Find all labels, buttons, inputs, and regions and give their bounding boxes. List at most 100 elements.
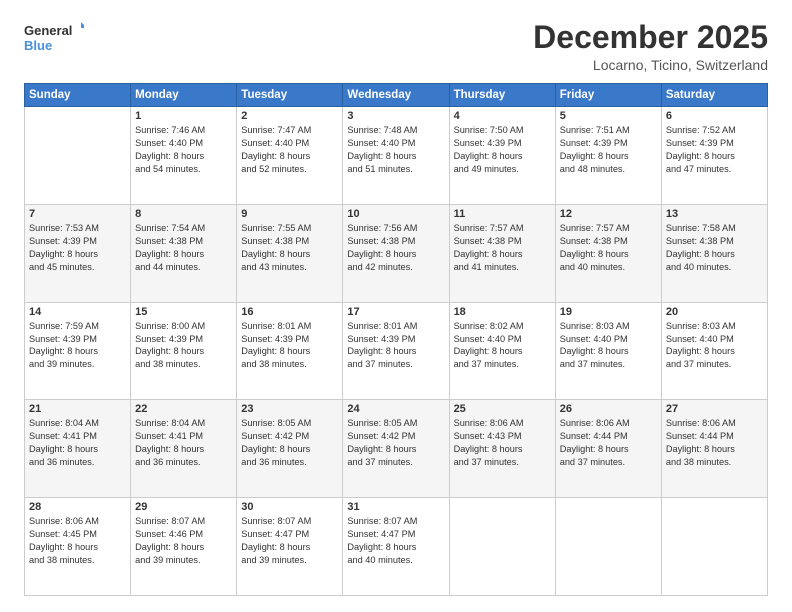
day-number: 28 (29, 501, 126, 513)
calendar-cell: 6Sunrise: 7:52 AMSunset: 4:39 PMDaylight… (661, 107, 767, 205)
day-number: 17 (347, 306, 444, 318)
day-number: 26 (560, 403, 657, 415)
day-info: Sunrise: 7:46 AMSunset: 4:40 PMDaylight:… (135, 124, 232, 176)
calendar-cell: 29 Sunrise: 8:07 AMSunset: 4:46 PMDayligh… (131, 498, 237, 596)
day-info: Sunrise: 8:07 AMSunset: 4:47 PMDaylight:… (347, 515, 444, 567)
day-number: 4 (454, 110, 551, 122)
day-info: Sunrise: 8:05 AMSunset: 4:42 PMDaylight:… (347, 417, 444, 469)
day-info: Sunrise: 7:55 AMSunset: 4:38 PMDaylight:… (241, 222, 338, 274)
calendar-cell: 19 Sunrise: 8:03 AMSunset: 4:40 PMDayligh… (555, 302, 661, 400)
calendar-cell: 9 Sunrise: 7:55 AMSunset: 4:38 PMDaylight… (237, 204, 343, 302)
day-number: 29 (135, 501, 232, 513)
day-info: Sunrise: 7:57 AMSunset: 4:38 PMDaylight:… (454, 222, 551, 274)
calendar-cell: 2Sunrise: 7:47 AMSunset: 4:40 PMDaylight… (237, 107, 343, 205)
calendar-table: SundayMondayTuesdayWednesdayThursdayFrid… (24, 83, 768, 596)
calendar-day-header: Saturday (661, 84, 767, 107)
calendar-cell (661, 498, 767, 596)
day-number: 18 (454, 306, 551, 318)
calendar-cell: 7 Sunrise: 7:53 AMSunset: 4:39 PMDaylight… (25, 204, 131, 302)
calendar-cell: 23Sunrise: 8:05 AMSunset: 4:42 PMDayligh… (237, 400, 343, 498)
calendar-cell: 3Sunrise: 7:48 AMSunset: 4:40 PMDaylight… (343, 107, 449, 205)
calendar-cell: 11Sunrise: 7:57 AMSunset: 4:38 PMDayligh… (449, 204, 555, 302)
calendar-week-row: 1 Sunrise: 7:46 AMSunset: 4:40 PMDaylight… (25, 107, 768, 205)
calendar-cell: 18 Sunrise: 8:02 AMSunset: 4:40 PMDayligh… (449, 302, 555, 400)
day-info: Sunrise: 8:04 AMSunset: 4:41 PMDaylight:… (29, 417, 126, 469)
day-number: 20 (666, 306, 763, 318)
calendar-cell: 26Sunrise: 8:06 AMSunset: 4:44 PMDayligh… (555, 400, 661, 498)
day-info: Sunrise: 8:01 AMSunset: 4:39 PMDaylight:… (347, 320, 444, 372)
calendar-day-header: Friday (555, 84, 661, 107)
day-number: 8 (135, 208, 232, 220)
header: General Blue December 2025 Locarno, Tici… (24, 20, 768, 73)
calendar-cell: 14 Sunrise: 7:59 AMSunset: 4:39 PMDayligh… (25, 302, 131, 400)
day-number: 31 (347, 501, 444, 513)
day-number: 5 (560, 110, 657, 122)
day-number: 22 (135, 403, 232, 415)
logo: General Blue (24, 20, 84, 56)
month-title: December 2025 (533, 20, 768, 55)
day-info: Sunrise: 8:05 AMSunset: 4:42 PMDaylight:… (241, 417, 338, 469)
page: General Blue December 2025 Locarno, Tici… (0, 0, 792, 612)
day-info: Sunrise: 8:03 AMSunset: 4:40 PMDaylight:… (666, 320, 763, 372)
day-number: 15 (135, 306, 232, 318)
calendar-day-header: Tuesday (237, 84, 343, 107)
calendar-cell: 1 Sunrise: 7:46 AMSunset: 4:40 PMDaylight… (131, 107, 237, 205)
day-info: Sunrise: 7:58 AMSunset: 4:38 PMDaylight:… (666, 222, 763, 274)
calendar-cell: 30 Sunrise: 8:07 AMSunset: 4:47 PMDayligh… (237, 498, 343, 596)
day-number: 7 (29, 208, 126, 220)
day-info: Sunrise: 8:00 AMSunset: 4:39 PMDaylight:… (135, 320, 232, 372)
calendar-week-row: 7 Sunrise: 7:53 AMSunset: 4:39 PMDaylight… (25, 204, 768, 302)
day-number: 12 (560, 208, 657, 220)
day-info: Sunrise: 8:03 AMSunset: 4:40 PMDaylight:… (560, 320, 657, 372)
calendar-cell (449, 498, 555, 596)
calendar-cell: 4 Sunrise: 7:50 AMSunset: 4:39 PMDaylight… (449, 107, 555, 205)
calendar-cell: 21 Sunrise: 8:04 AMSunset: 4:41 PMDayligh… (25, 400, 131, 498)
day-number: 24 (347, 403, 444, 415)
day-info: Sunrise: 7:56 AMSunset: 4:38 PMDaylight:… (347, 222, 444, 274)
day-info: Sunrise: 7:59 AMSunset: 4:39 PMDaylight:… (29, 320, 126, 372)
day-number: 2 (241, 110, 338, 122)
day-number: 25 (454, 403, 551, 415)
day-info: Sunrise: 7:52 AMSunset: 4:39 PMDaylight:… (666, 124, 763, 176)
svg-text:Blue: Blue (24, 38, 52, 53)
calendar-day-header: Thursday (449, 84, 555, 107)
calendar-cell: 20 Sunrise: 8:03 AMSunset: 4:40 PMDayligh… (661, 302, 767, 400)
calendar-cell: 16 Sunrise: 8:01 AMSunset: 4:39 PMDayligh… (237, 302, 343, 400)
day-info: Sunrise: 8:06 AMSunset: 4:44 PMDaylight:… (666, 417, 763, 469)
calendar-cell: 12Sunrise: 7:57 AMSunset: 4:38 PMDayligh… (555, 204, 661, 302)
calendar-day-header: Wednesday (343, 84, 449, 107)
day-info: Sunrise: 8:02 AMSunset: 4:40 PMDaylight:… (454, 320, 551, 372)
calendar-header-row: SundayMondayTuesdayWednesdayThursdayFrid… (25, 84, 768, 107)
day-number: 21 (29, 403, 126, 415)
calendar-cell: 28 Sunrise: 8:06 AMSunset: 4:45 PMDayligh… (25, 498, 131, 596)
calendar-week-row: 28 Sunrise: 8:06 AMSunset: 4:45 PMDayligh… (25, 498, 768, 596)
day-info: Sunrise: 7:53 AMSunset: 4:39 PMDaylight:… (29, 222, 126, 274)
day-info: Sunrise: 8:07 AMSunset: 4:47 PMDaylight:… (241, 515, 338, 567)
calendar-cell: 5Sunrise: 7:51 AMSunset: 4:39 PMDaylight… (555, 107, 661, 205)
day-number: 1 (135, 110, 232, 122)
day-info: Sunrise: 8:07 AMSunset: 4:46 PMDaylight:… (135, 515, 232, 567)
day-info: Sunrise: 8:06 AMSunset: 4:45 PMDaylight:… (29, 515, 126, 567)
day-info: Sunrise: 8:04 AMSunset: 4:41 PMDaylight:… (135, 417, 232, 469)
calendar-cell: 31 Sunrise: 8:07 AMSunset: 4:47 PMDayligh… (343, 498, 449, 596)
day-number: 30 (241, 501, 338, 513)
logo-svg: General Blue (24, 20, 84, 56)
calendar-cell: 10 Sunrise: 7:56 AMSunset: 4:38 PMDayligh… (343, 204, 449, 302)
day-info: Sunrise: 8:01 AMSunset: 4:39 PMDaylight:… (241, 320, 338, 372)
calendar-day-header: Sunday (25, 84, 131, 107)
calendar-cell: 17 Sunrise: 8:01 AMSunset: 4:39 PMDayligh… (343, 302, 449, 400)
day-number: 14 (29, 306, 126, 318)
day-info: Sunrise: 7:50 AMSunset: 4:39 PMDaylight:… (454, 124, 551, 176)
calendar-cell (25, 107, 131, 205)
day-info: Sunrise: 7:54 AMSunset: 4:38 PMDaylight:… (135, 222, 232, 274)
day-number: 16 (241, 306, 338, 318)
day-info: Sunrise: 8:06 AMSunset: 4:43 PMDaylight:… (454, 417, 551, 469)
calendar-cell: 15 Sunrise: 8:00 AMSunset: 4:39 PMDayligh… (131, 302, 237, 400)
svg-text:General: General (24, 23, 72, 38)
calendar-cell: 24 Sunrise: 8:05 AMSunset: 4:42 PMDayligh… (343, 400, 449, 498)
day-number: 10 (347, 208, 444, 220)
calendar-cell: 13Sunrise: 7:58 AMSunset: 4:38 PMDayligh… (661, 204, 767, 302)
day-number: 27 (666, 403, 763, 415)
day-number: 19 (560, 306, 657, 318)
day-number: 9 (241, 208, 338, 220)
